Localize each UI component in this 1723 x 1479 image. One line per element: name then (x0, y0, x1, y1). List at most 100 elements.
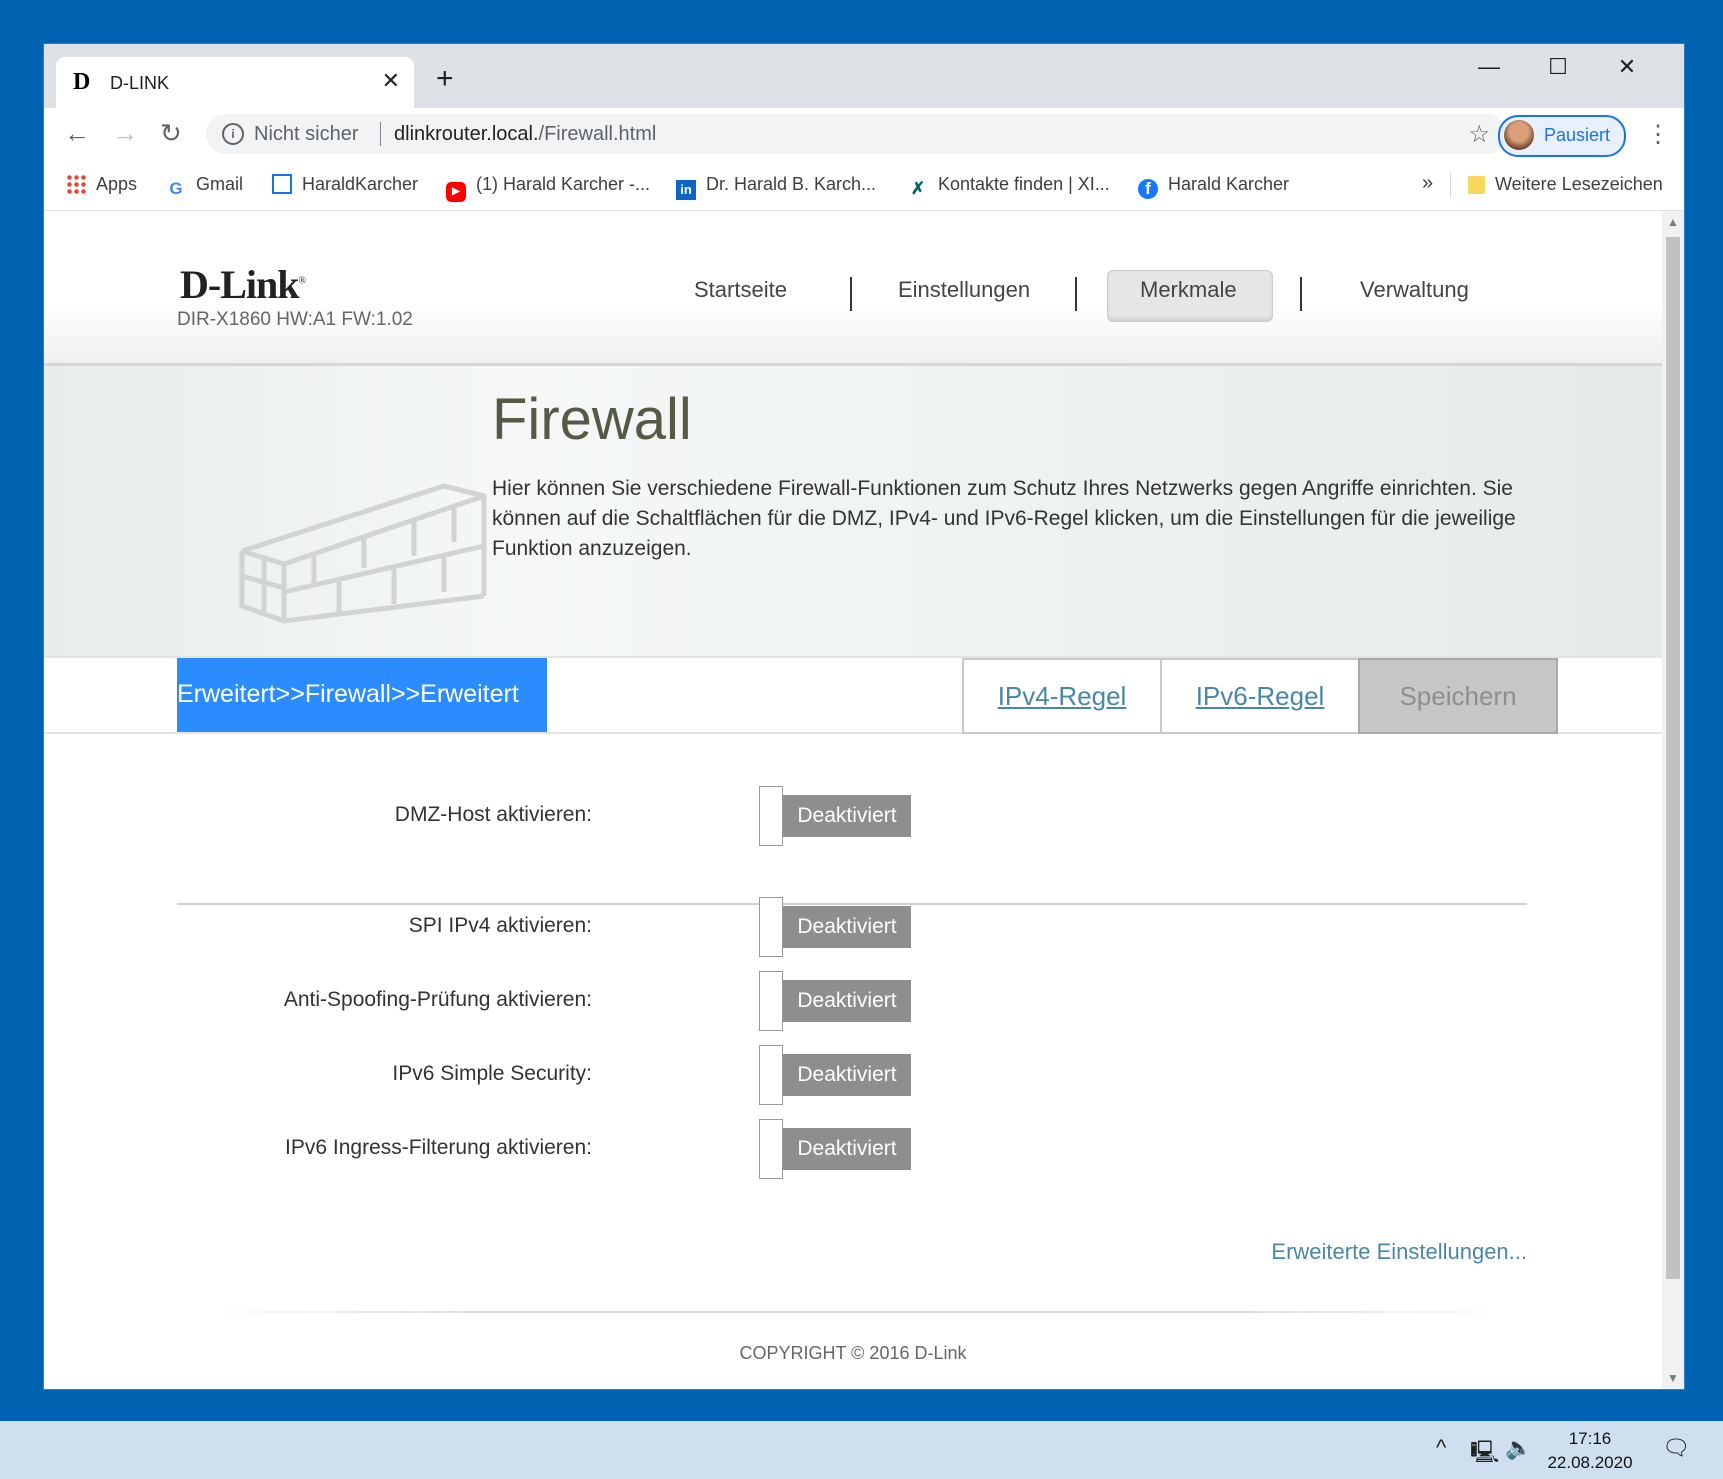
bookmark-gmail[interactable]: G Gmail (166, 174, 243, 199)
folder-icon (1468, 176, 1485, 194)
toggle-knob[interactable] (759, 786, 783, 846)
brick-wall-icon (239, 483, 487, 624)
bookmark-linkedin[interactable]: in Dr. Harald B. Karch... (676, 174, 876, 200)
info-icon[interactable]: i (222, 123, 244, 145)
toggle-state: Deaktiviert (783, 1128, 911, 1170)
bookmark-label: HaraldKarcher (302, 174, 419, 194)
other-bookmarks-label: Weitere Lesezeichen (1495, 174, 1663, 194)
device-model: DIR-X1860 HW:A1 FW:1.02 (177, 309, 413, 330)
clock-date: 22.08.2020 (1547, 1453, 1633, 1472)
clock-time: 17:16 (1568, 1429, 1612, 1448)
bookmarks-more-button[interactable]: » (1422, 172, 1433, 195)
toggle-knob[interactable] (759, 971, 783, 1031)
page-description: Hier können Sie verschiedene Firewall-Fu… (492, 477, 1516, 560)
copyright: COPYRIGHT © 2016 D-Link (739, 1343, 967, 1363)
scroll-down-icon[interactable]: ▼ (1667, 1371, 1679, 1385)
toggle-state: Deaktiviert (783, 980, 911, 1022)
save-button[interactable]: Speichern (1358, 658, 1558, 734)
browser-toolbar: ← → ↻ i Nicht sicher dlinkrouter.local./… (44, 108, 1684, 160)
back-icon[interactable]: ← (64, 120, 90, 146)
chevron-up-icon[interactable]: ^ (1436, 1435, 1446, 1461)
breadcrumb: Erweitert>>Firewall>>Erweitert (177, 658, 547, 732)
google-icon: G (169, 179, 183, 198)
new-tab-button[interactable]: + (436, 64, 454, 94)
setting-row-ipv6-ingress: IPv6 Ingress-Filterung aktivieren: Deakt… (44, 1119, 1662, 1179)
scroll-thumb[interactable] (1666, 237, 1680, 1279)
url-path: /Firewall.html (538, 123, 657, 145)
bookmark-facebook[interactable]: f Harald Karcher (1138, 174, 1289, 199)
dlink-favicon-icon: D (73, 69, 91, 95)
anti-spoofing-toggle[interactable]: Deaktiviert (759, 971, 911, 1031)
page-title: Firewall (492, 387, 692, 452)
url-text: dlinkrouter.local./Firewall.html (394, 123, 656, 146)
nav-verwaltung[interactable]: Verwaltung (1360, 277, 1469, 303)
ipv6-ingress-toggle[interactable]: Deaktiviert (759, 1119, 911, 1179)
forward-icon[interactable]: → (112, 120, 138, 146)
close-window-button[interactable]: ✕ (1607, 54, 1647, 80)
apps-grid-icon (66, 174, 86, 194)
reload-icon[interactable]: ↻ (160, 120, 182, 146)
browser-tab[interactable]: D D-LINK ✕ (56, 57, 414, 108)
setting-row-ipv6-simple-security: IPv6 Simple Security: Deaktiviert (44, 1045, 1662, 1105)
nav-merkmale[interactable]: Merkmale (1140, 277, 1237, 303)
bookmark-label: Apps (96, 174, 138, 194)
volume-icon[interactable]: 🔈 (1505, 1435, 1532, 1461)
setting-label: DMZ-Host aktivieren: (394, 803, 592, 826)
tab-title: D-LINK (110, 73, 170, 93)
advanced-settings-link[interactable]: Erweiterte Einstellungen... (1271, 1239, 1527, 1265)
bookmark-apps[interactable]: Apps (66, 174, 137, 195)
nav-einstellungen[interactable]: Einstellungen (898, 277, 1030, 303)
ipv6-rule-button[interactable]: IPv6-Regel (1160, 658, 1360, 734)
bookmark-label: Harald Karcher (1168, 174, 1290, 194)
notifications-icon[interactable]: 🗨 (1662, 1435, 1690, 1461)
logo-text: D-Link (180, 262, 299, 307)
taskbar-clock[interactable]: 17:16 22.08.2020 (1535, 1427, 1645, 1475)
dlink-logo: D-Link® (180, 262, 306, 307)
bookmark-label: Dr. Harald B. Karch... (706, 174, 877, 194)
minimize-button[interactable]: — (1469, 54, 1509, 80)
dmz-toggle[interactable]: Deaktiviert (759, 786, 911, 846)
browser-menu-icon[interactable]: ⋮ (1646, 120, 1670, 149)
tab-strip: D D-LINK ✕ + — ☐ ✕ (44, 44, 1684, 108)
toggle-knob[interactable] (759, 1119, 783, 1179)
page-viewport: D-Link® DIR-X1860 HW:A1 FW:1.02 Startsei… (44, 211, 1662, 1389)
bookmark-haraldkarcher[interactable]: HaraldKarcher (272, 174, 418, 195)
setting-label: Anti-Spoofing-Prüfung aktivieren: (283, 988, 592, 1011)
security-label: Nicht sicher (254, 123, 359, 145)
toggle-knob[interactable] (759, 897, 783, 957)
browser-window: D D-LINK ✕ + — ☐ ✕ ← → ↻ i Nicht sicher … (44, 44, 1684, 1389)
bookmark-youtube[interactable]: ▶ (1) Harald Karcher -... (446, 174, 650, 202)
avatar (1504, 120, 1534, 150)
setting-label: IPv6 Simple Security: (392, 1062, 592, 1085)
spi-ipv4-toggle[interactable]: Deaktiviert (759, 897, 911, 957)
linkedin-icon: in (676, 180, 696, 200)
page-scrollbar[interactable]: ▲ ▼ (1662, 211, 1684, 1389)
bookmarks-bar: Apps G Gmail HaraldKarcher ▶ (1) Harald Ka… (44, 160, 1684, 211)
setting-label: IPv6 Ingress-Filterung aktivieren: (285, 1136, 592, 1159)
bookmark-star-icon[interactable]: ☆ (1468, 120, 1490, 149)
bookmark-label: Kontakte finden | XI... (938, 174, 1110, 194)
address-separator (380, 122, 381, 146)
bookmark-xing[interactable]: ✗ Kontakte finden | XI... (908, 174, 1110, 199)
profile-button[interactable]: Pausiert (1498, 115, 1626, 157)
scroll-up-icon[interactable]: ▲ (1667, 215, 1679, 229)
bookmark-label: Gmail (196, 174, 244, 194)
ipv6-simple-security-toggle[interactable]: Deaktiviert (759, 1045, 911, 1105)
other-bookmarks[interactable]: Weitere Lesezeichen (1468, 174, 1663, 195)
footer-divider (214, 1311, 1504, 1313)
nav-divider (1300, 277, 1302, 311)
facebook-icon: f (1138, 179, 1158, 199)
toggle-state: Deaktiviert (783, 1054, 911, 1096)
toggle-knob[interactable] (759, 1045, 783, 1105)
toggle-state: Deaktiviert (783, 795, 911, 837)
bookmarks-divider (1450, 172, 1451, 198)
action-bar: Erweitert>>Firewall>>Erweitert IPv4-Rege… (44, 656, 1662, 734)
xing-icon: ✗ (910, 179, 926, 198)
nav-startseite[interactable]: Startseite (694, 277, 787, 303)
tab-close-icon[interactable]: ✕ (382, 68, 400, 94)
network-icon[interactable]: 🖳 (1470, 1435, 1499, 1473)
maximize-button[interactable]: ☐ (1538, 54, 1578, 80)
address-bar[interactable]: i Nicht sicher dlinkrouter.local./Firewa… (206, 114, 1506, 154)
profile-label: Pausiert (1544, 125, 1611, 145)
ipv4-rule-button[interactable]: IPv4-Regel (962, 658, 1162, 734)
